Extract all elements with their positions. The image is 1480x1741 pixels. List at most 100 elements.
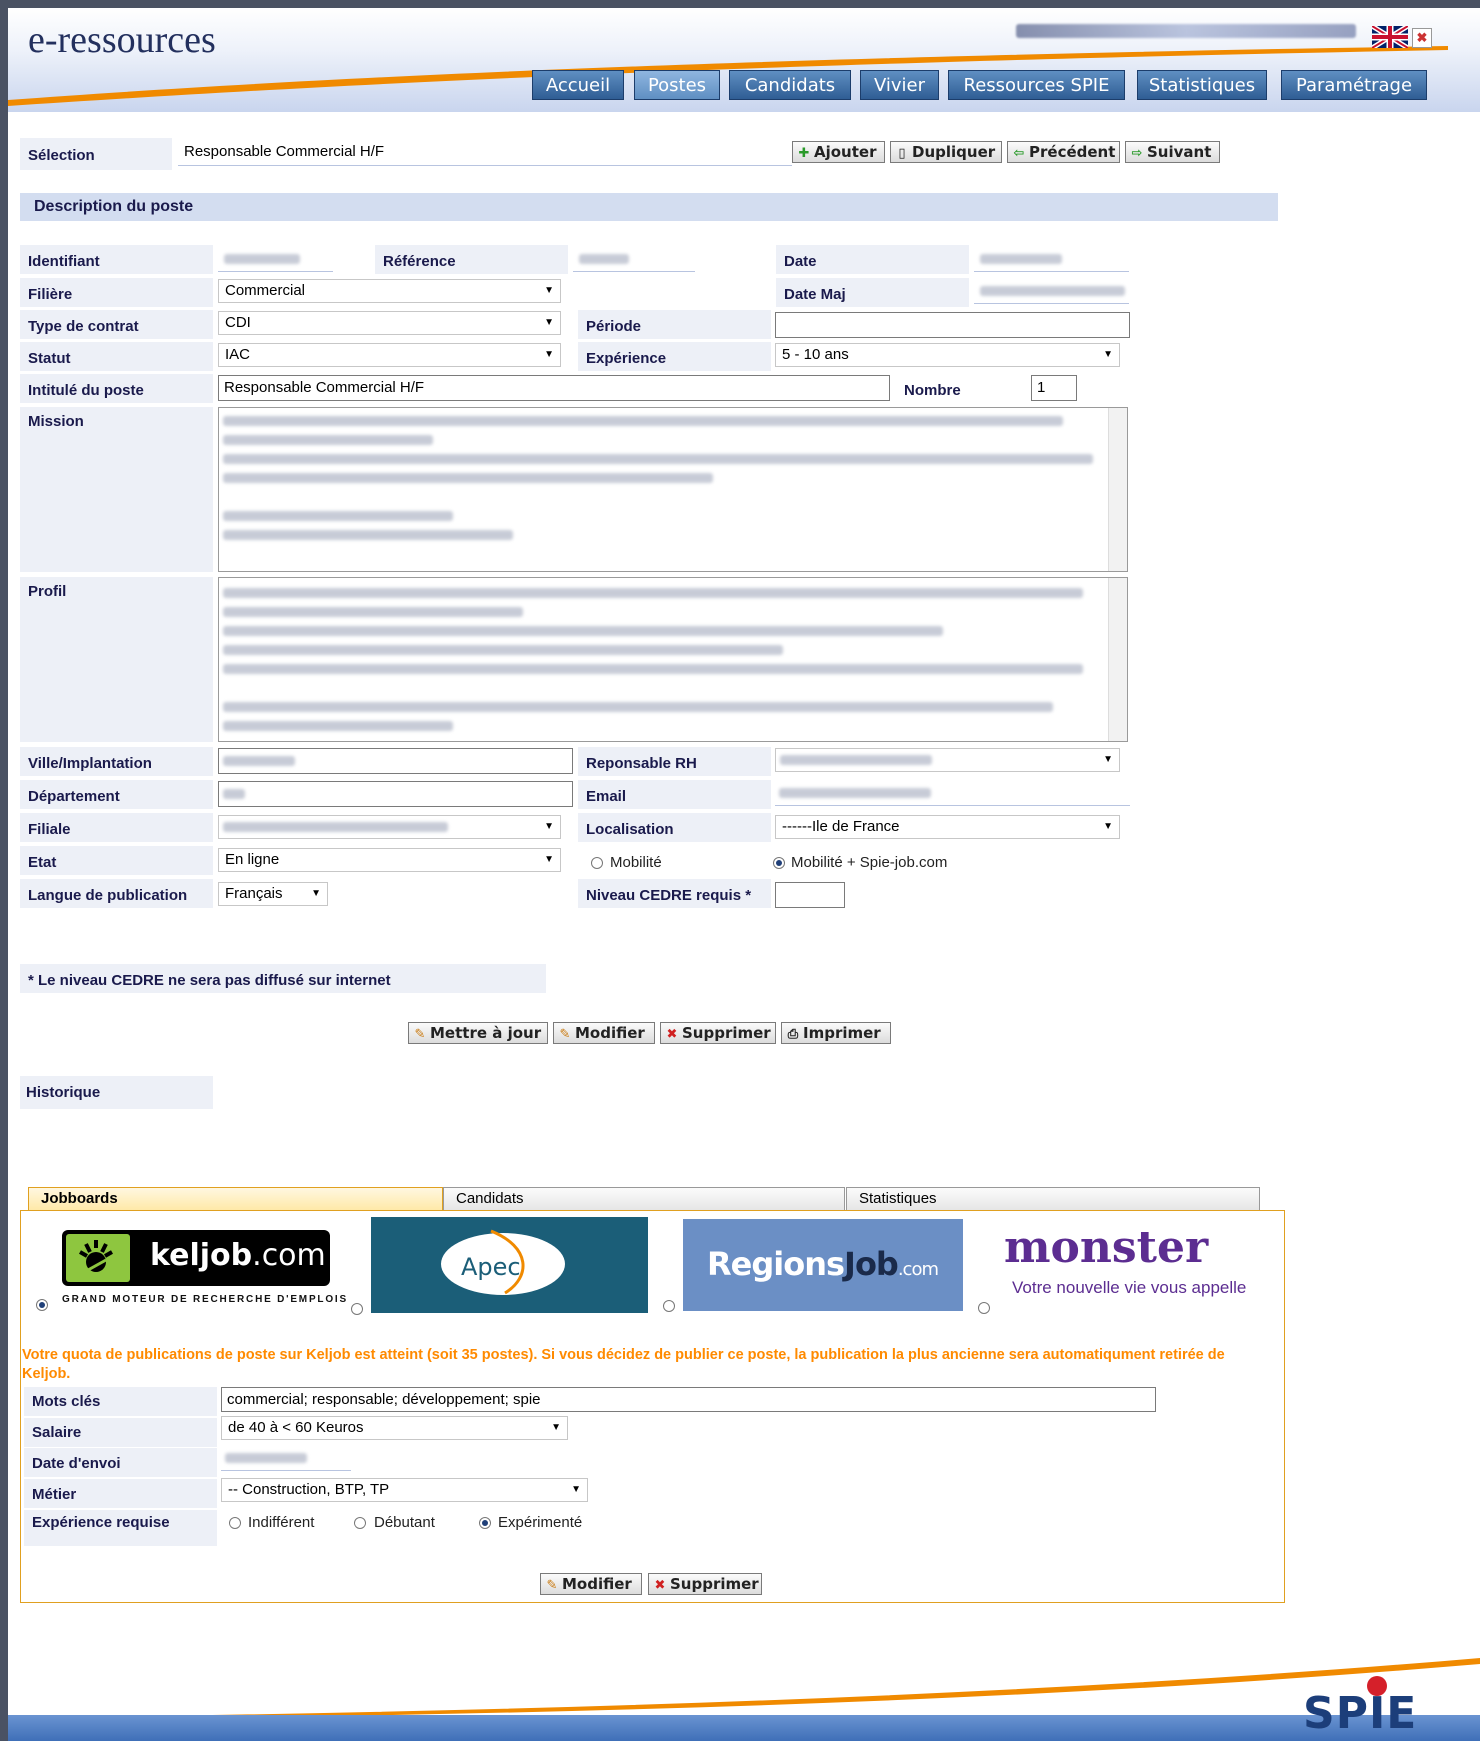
delete-button[interactable]: ✖ Supprimer (660, 1022, 776, 1044)
filiale-label: Filiale (20, 813, 213, 842)
modify-button-label: Modifier (575, 1024, 645, 1042)
intitule-input[interactable]: Responsable Commercial H/F (218, 375, 890, 401)
jobboard-modify-button[interactable]: ✎ Modifier (540, 1573, 642, 1595)
exp-requise-label: Expérience requise (24, 1510, 217, 1546)
tab-statistiques[interactable]: Statistiques (846, 1187, 1260, 1211)
nav-postes[interactable]: Postes (634, 70, 720, 100)
keljob-logo: keljob.com (62, 1230, 330, 1286)
mission-textarea[interactable] (218, 407, 1128, 572)
duplicate-button[interactable]: ▯ Dupliquer (890, 141, 1002, 163)
previous-button-label: Précédent (1029, 143, 1116, 161)
exp-experimente-label: Expérimenté (498, 1514, 583, 1531)
apec-radio[interactable] (351, 1303, 363, 1315)
filiere-select[interactable]: Commercial (218, 279, 561, 303)
historique-label: Historique (20, 1076, 213, 1109)
nombre-input[interactable]: 1 (1031, 375, 1077, 401)
nav-candidats[interactable]: Candidats (729, 70, 851, 100)
reference-value (573, 250, 695, 272)
exp-indifferent-radio[interactable] (229, 1517, 241, 1529)
nav-vivier[interactable]: Vivier (860, 70, 939, 100)
monster-tagline: Votre nouvelle vie vous appelle (1012, 1278, 1247, 1297)
app-brand: e-ressources (28, 19, 216, 61)
previous-button[interactable]: ⇦ Précédent (1007, 141, 1120, 163)
logout-icon[interactable]: ✖ (1412, 28, 1432, 48)
regionsjob-part3: .com (897, 1259, 939, 1280)
monster-radio[interactable] (978, 1302, 990, 1314)
departement-label: Département (20, 780, 213, 809)
mots-cles-input[interactable]: commercial; responsable; développement; … (221, 1387, 1156, 1412)
profil-textarea[interactable] (218, 577, 1128, 742)
modify-button[interactable]: ✎ Modifier (553, 1022, 655, 1044)
update-button[interactable]: ✎ Mettre à jour (408, 1022, 548, 1044)
update-button-label: Mettre à jour (430, 1024, 542, 1042)
localisation-select[interactable]: ------Ile de France (775, 815, 1120, 839)
footer-swoosh (8, 1658, 1480, 1720)
departement-input[interactable] (218, 781, 573, 807)
profil-scrollbar[interactable] (1108, 578, 1127, 741)
cedre-input[interactable] (775, 882, 845, 908)
tab-candidats[interactable]: Candidats (443, 1187, 845, 1211)
date-maj-value (974, 282, 1129, 304)
mission-scrollbar[interactable] (1108, 408, 1127, 571)
periode-input[interactable] (775, 312, 1130, 338)
contrat-label: Type de contrat (20, 310, 213, 339)
keljob-mascot-icon (66, 1234, 130, 1282)
cedre-note: * Le niveau CEDRE ne sera pas diffusé su… (20, 964, 546, 993)
exp-experimente-radio[interactable] (479, 1517, 491, 1529)
filiale-select[interactable] (218, 815, 561, 839)
next-button-label: Suivant (1147, 143, 1212, 161)
reference-label: Référence (375, 245, 568, 274)
next-button[interactable]: ⇨ Suivant (1125, 141, 1220, 163)
email-label: Email (578, 780, 771, 809)
date-envoi-value (221, 1449, 351, 1471)
langue-label: Langue de publication (20, 879, 213, 908)
ville-label: Ville/Implantation (20, 747, 213, 776)
regionsjob-radio[interactable] (663, 1300, 675, 1312)
nav-statistiques[interactable]: Statistiques (1137, 70, 1267, 100)
contrat-select[interactable]: CDI (218, 311, 561, 335)
user-info-blurred (1016, 24, 1356, 38)
selection-value: Responsable Commercial H/F (178, 143, 792, 166)
mission-label: Mission (20, 407, 213, 572)
uk-flag-icon[interactable] (1370, 23, 1410, 51)
section-header: Description du poste (20, 193, 1278, 221)
langue-select[interactable]: Français (218, 882, 328, 906)
add-button[interactable]: ✚ Ajouter (792, 141, 885, 163)
tab-jobboards[interactable]: Jobboards (28, 1187, 443, 1211)
rh-select[interactable] (775, 748, 1120, 772)
keljob-suffix: .com (252, 1238, 326, 1273)
jobboard-delete-button[interactable]: ✖ Supprimer (648, 1573, 762, 1595)
nav-ressources-spie[interactable]: Ressources SPIE (948, 70, 1125, 100)
regionsjob-logo: RegionsJob.com (683, 1219, 963, 1311)
print-button[interactable]: ⎙ Imprimer (781, 1022, 891, 1044)
statut-select[interactable]: IAC (218, 343, 561, 367)
date-envoi-label: Date d'envoi (24, 1448, 217, 1477)
exp-debutant-radio[interactable] (354, 1517, 366, 1529)
selection-label: Sélection (20, 138, 172, 170)
mots-cles-label: Mots clés (24, 1387, 217, 1416)
ville-input[interactable] (218, 748, 573, 774)
jobboard-delete-label: Supprimer (670, 1575, 759, 1593)
arrow-right-icon: ⇨ (1131, 146, 1143, 161)
mobilite-label: Mobilité (610, 854, 662, 871)
nav-accueil[interactable]: Accueil (532, 70, 624, 100)
metier-select[interactable]: -- Construction, BTP, TP (221, 1478, 588, 1502)
nav-parametrage[interactable]: Paramétrage (1281, 70, 1427, 100)
plus-icon: ✚ (798, 146, 810, 161)
keljob-radio[interactable] (36, 1299, 48, 1311)
experience-label: Expérience (578, 342, 771, 371)
salaire-select[interactable]: de 40 à < 60 Keuros (221, 1416, 568, 1440)
experience-select[interactable]: 5 - 10 ans (775, 343, 1120, 367)
document-icon: ▯ (898, 146, 906, 161)
keljob-wordmark: keljob.com (150, 1238, 326, 1273)
mobilite-spie-radio[interactable] (773, 857, 785, 869)
email-value (775, 784, 1130, 806)
etat-select[interactable]: En ligne (218, 848, 561, 872)
delete-icon: ✖ (666, 1027, 678, 1042)
mobilite-radio[interactable] (591, 857, 603, 869)
rh-label: Reponsable RH (578, 747, 771, 776)
cedre-label: Niveau CEDRE requis * (578, 879, 771, 908)
mobilite-spie-label: Mobilité + Spie-job.com (791, 854, 948, 871)
monster-wordmark: monster (1004, 1222, 1209, 1273)
keljob-quota-warning: Votre quota de publications de poste sur… (22, 1347, 1225, 1382)
